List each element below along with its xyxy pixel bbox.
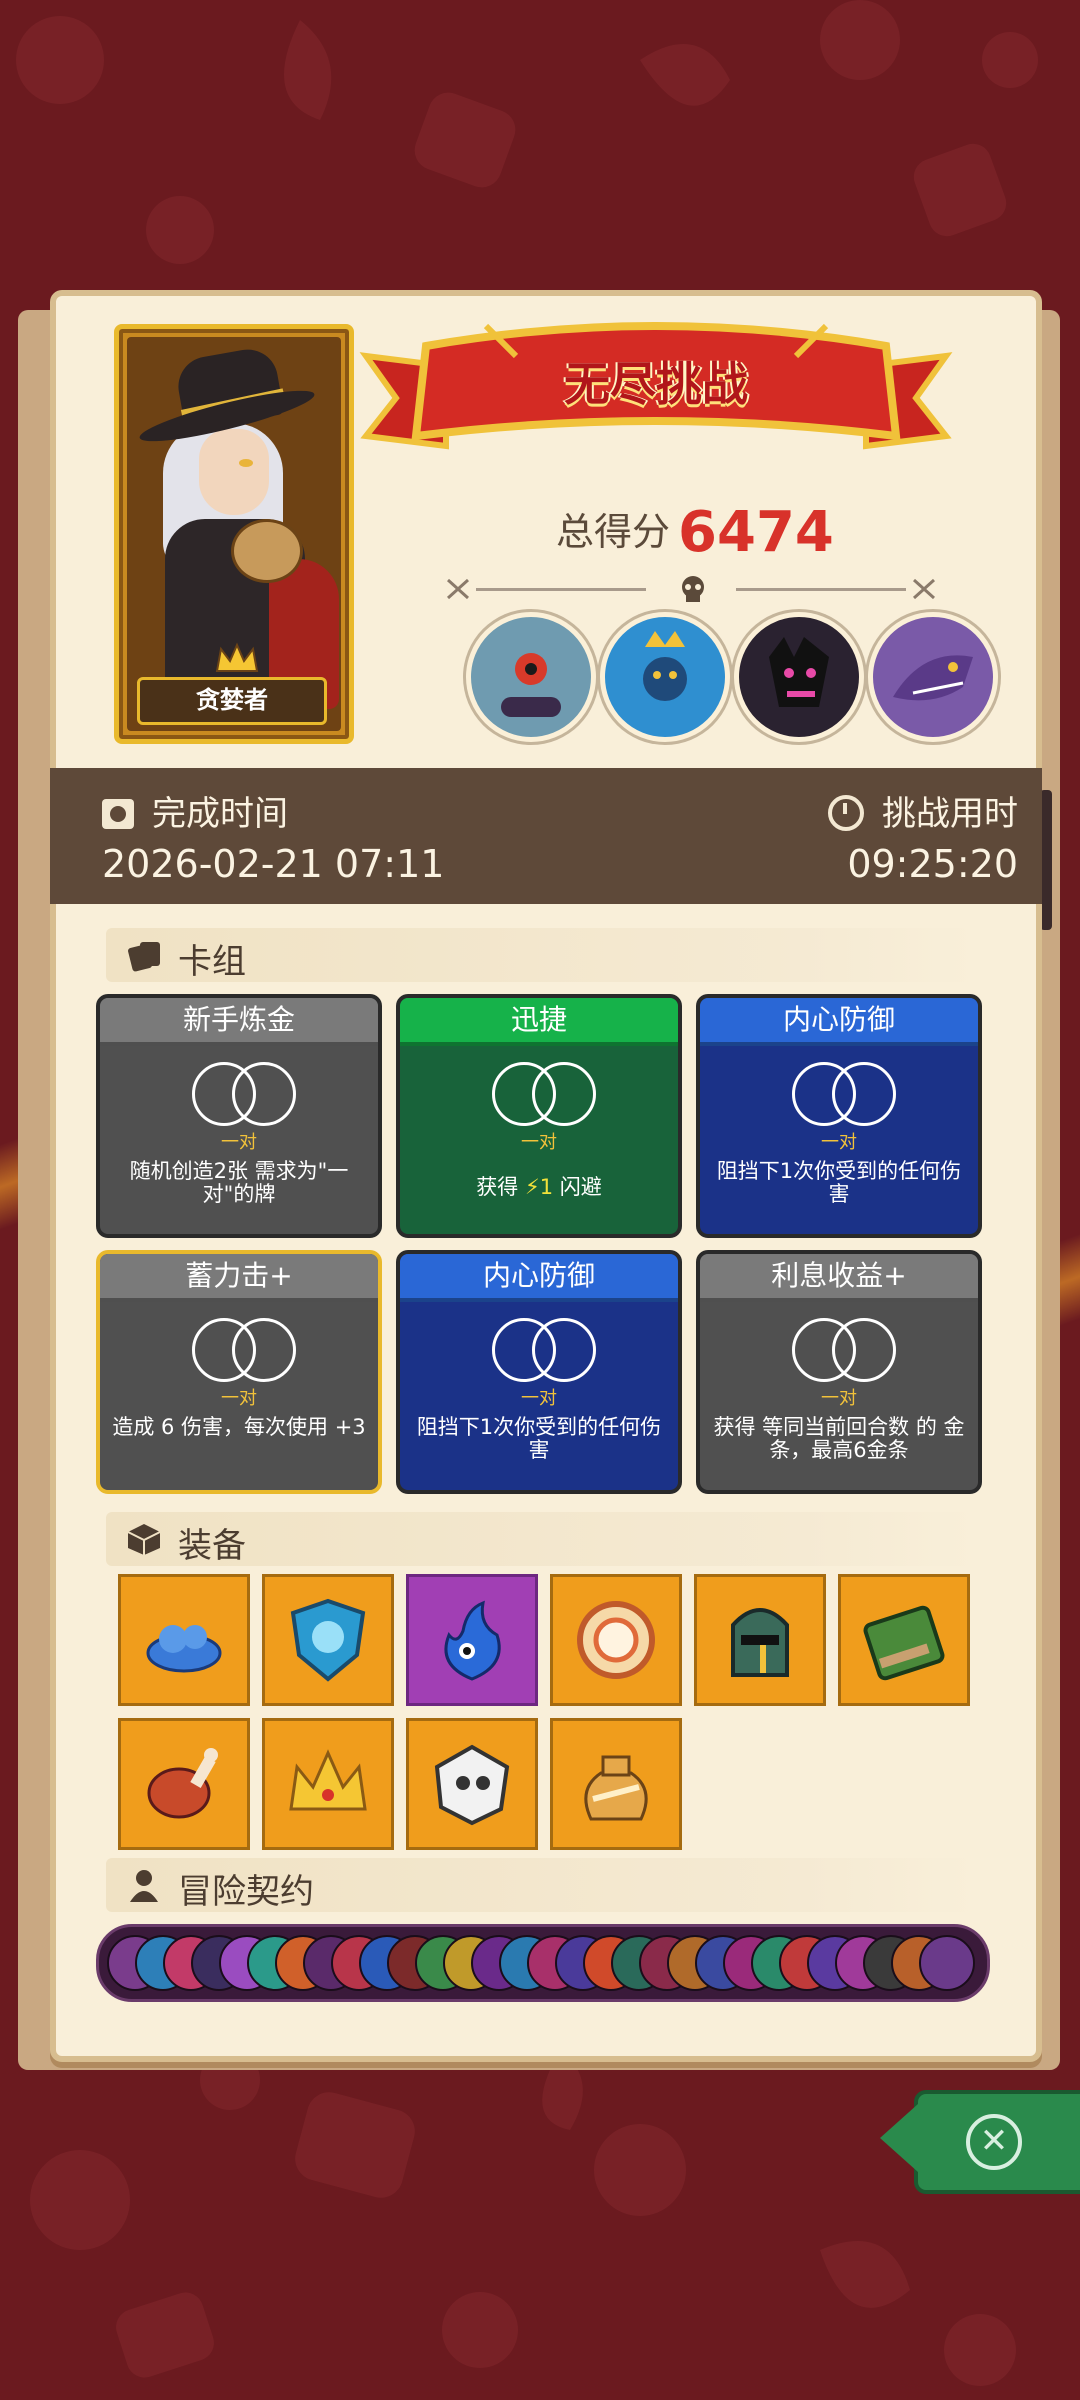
pair-rings-icon [492, 1062, 596, 1126]
contract-chip-icon [919, 1935, 975, 1991]
time-info-bar: 完成时间 2026-02-21 07:11 挑战用时 09:25:20 [50, 768, 1042, 904]
person-icon [130, 1870, 158, 1902]
card-title: 蓄力击+ [100, 1254, 378, 1302]
purple-dragon-boss-icon [868, 612, 998, 742]
score-value: 6474 [678, 500, 834, 565]
pair-rings-icon [192, 1318, 296, 1382]
banner-title: 无尽挑战 [564, 357, 748, 411]
film-icon [102, 799, 134, 829]
duration-value: 09:25:20 [847, 842, 1018, 886]
card-requirement: 一对 [821, 1132, 857, 1153]
card-requirement: 一对 [221, 1132, 257, 1153]
card-swift[interactable]: 迅捷 一对 获得 ⚡1 闪避 [396, 994, 682, 1238]
lightning-icon: ⚡ [524, 1175, 540, 1199]
boss-divider [446, 574, 936, 604]
card-requirement: 一对 [521, 1388, 557, 1409]
treasure-sack-icon[interactable] [550, 1718, 682, 1850]
contract-strip[interactable] [96, 1924, 990, 2002]
shadow-demon-boss-icon [734, 612, 864, 742]
moss-book-icon[interactable] [838, 1574, 970, 1706]
card-description: 获得 等同当前回合数 的 金条，最高6金条 [713, 1415, 965, 1462]
duration-label-group: 挑战用时 [828, 786, 1018, 835]
card-title: 新手炼金 [100, 998, 378, 1046]
deck-section-header: 卡组 [106, 928, 976, 982]
ice-shield-icon[interactable] [262, 1574, 394, 1706]
total-score: 总得分 6474 [556, 494, 834, 565]
finish-time-value: 2026-02-21 07:11 [102, 842, 445, 886]
gold-crown-icon[interactable] [262, 1718, 394, 1850]
card-title: 迅捷 [400, 998, 678, 1046]
card-inner-defense[interactable]: 内心防御 一对 阻挡下1次你受到的任何伤害 [696, 994, 982, 1238]
hero-portrait: 贪婪者 [114, 324, 354, 744]
card-requirement: 一对 [821, 1388, 857, 1409]
knight-helmet-icon[interactable] [694, 1574, 826, 1706]
crossed-swords-icon [912, 578, 936, 600]
card-title: 利息收益+ [700, 1254, 978, 1302]
result-panel: 贪婪者 无尽挑战 总得分 6474 完成时间 2026-02-21 07:11 … [50, 290, 1042, 2062]
hero-eye-icon [239, 459, 253, 467]
hero-name: 贪婪者 [137, 677, 327, 725]
pair-rings-icon [792, 1318, 896, 1382]
blue-slime-icon[interactable] [118, 1574, 250, 1706]
card-interest-income-plus[interactable]: 利息收益+ 一对 获得 等同当前回合数 的 金条，最高6金条 [696, 1250, 982, 1494]
equipment-title: 装备 [178, 1526, 246, 1566]
roast-meat-icon[interactable] [118, 1718, 250, 1850]
card-description: 阻挡下1次你受到的任何伤害 [716, 1159, 962, 1206]
crossed-swords-icon [446, 578, 470, 600]
blue-cyclops-boss-icon [466, 612, 596, 742]
blue-flame-spirit-icon[interactable] [406, 1574, 538, 1706]
crowned-spider-boss-icon [600, 612, 730, 742]
card-description: 阻挡下1次你受到的任何伤害 [416, 1415, 662, 1462]
pair-rings-icon [792, 1062, 896, 1126]
deck-title: 卡组 [178, 942, 246, 982]
card-novice-alchemy[interactable]: 新手炼金 一对 随机创造2张 需求为"一对"的牌 [96, 994, 382, 1238]
moneybag-icon [231, 519, 303, 583]
pair-rings-icon [192, 1062, 296, 1126]
card-title: 内心防御 [700, 998, 978, 1046]
contract-section-header: 冒险契约 [106, 1858, 976, 1912]
close-icon: ✕ [966, 2114, 1022, 2170]
equipment-section-header: 装备 [106, 1512, 976, 1566]
pair-rings-icon [492, 1318, 596, 1382]
finish-time-label: 完成时间 [152, 794, 288, 834]
card-requirement: 一对 [521, 1132, 557, 1153]
box-icon [127, 1524, 161, 1555]
card-title: 内心防御 [400, 1254, 678, 1302]
skull-dice-icon[interactable] [406, 1718, 538, 1850]
contract-title: 冒险契约 [178, 1872, 314, 1912]
card-description: 获得 ⚡1 闪避 [476, 1175, 602, 1199]
card-description: 造成 6 伤害，每次使用 +3 [112, 1415, 366, 1439]
card-charged-strike-plus[interactable]: 蓄力击+ 一对 造成 6 伤害，每次使用 +3 [96, 1250, 382, 1494]
duration-label: 挑战用时 [882, 794, 1018, 834]
card-description: 随机创造2张 需求为"一对"的牌 [129, 1159, 349, 1206]
close-button[interactable]: ✕ [880, 2090, 1080, 2194]
stopwatch-icon [828, 795, 864, 831]
gold-coin-medal-icon[interactable] [550, 1574, 682, 1706]
crown-icon [215, 642, 259, 672]
score-label: 总得分 [556, 510, 671, 554]
card-requirement: 一对 [221, 1388, 257, 1409]
card-inner-defense-2[interactable]: 内心防御 一对 阻挡下1次你受到的任何伤害 [396, 1250, 682, 1494]
cards-icon [128, 942, 160, 972]
finish-time-label-group: 完成时间 [102, 786, 288, 835]
skull-icon [682, 576, 704, 602]
